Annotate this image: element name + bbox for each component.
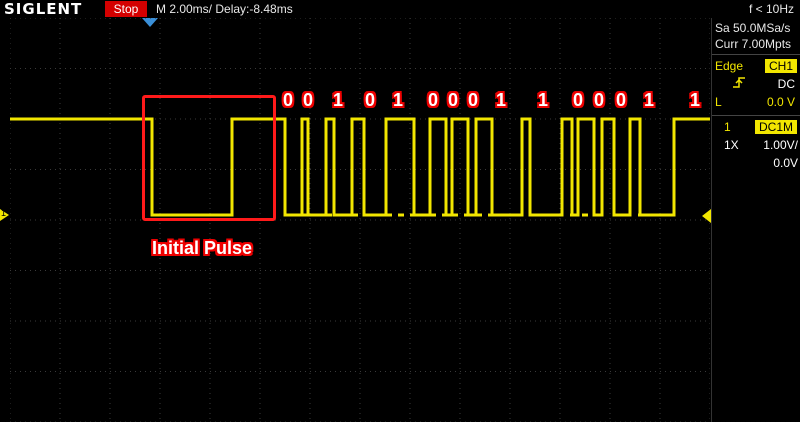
- initial-pulse-label: Initial Pulse: [152, 238, 253, 258]
- bit-label: 0: [616, 90, 627, 110]
- channel-1-header[interactable]: 1 DC1M: [712, 118, 800, 136]
- bit-label: 0: [468, 90, 479, 110]
- status-bar: SIGLENT Stop M 2.00ms/ Delay:-8.48ms f <…: [0, 0, 800, 18]
- memory-depth: Curr 7.00Mpts: [715, 37, 792, 51]
- trigger-level-value: 0.0 V: [766, 95, 795, 109]
- timebase-readout[interactable]: M 2.00ms/ Delay:-8.48ms: [156, 0, 293, 18]
- bit-label: 0: [428, 90, 439, 110]
- run-stop-status[interactable]: Stop: [105, 1, 147, 17]
- brand-logo: SIGLENT: [4, 0, 83, 18]
- trigger-type: Edge: [715, 59, 744, 73]
- bit-label: 1: [333, 90, 344, 110]
- channel-number: 1: [724, 120, 731, 134]
- bit-label: 1: [496, 90, 507, 110]
- bit-label: 0: [303, 90, 314, 110]
- channel-probe-row[interactable]: 1X 1.00V/: [712, 136, 800, 154]
- vertical-scale: 1.00V/: [763, 138, 798, 152]
- waveform-grid: [10, 18, 710, 422]
- probe-ratio: 1X: [724, 138, 739, 152]
- channel-coupling-badge: DC1M: [754, 120, 797, 134]
- bit-label: 1: [393, 90, 404, 110]
- sample-rate: Sa 50.0MSa/s: [715, 21, 791, 35]
- trigger-source-badge: CH1: [764, 59, 797, 73]
- bit-label: 0: [594, 90, 605, 110]
- bit-label: 1: [690, 90, 701, 110]
- trigger-level-label: L: [715, 95, 722, 109]
- trigger-coupling-row[interactable]: DC: [712, 75, 800, 93]
- bit-label: 0: [573, 90, 584, 110]
- trigger-type-row[interactable]: Edge CH1: [712, 57, 800, 75]
- bit-label: 0: [365, 90, 376, 110]
- bit-label: 1: [644, 90, 655, 110]
- frequency-readout: f < 10Hz: [748, 2, 794, 16]
- trigger-level-marker-icon[interactable]: [702, 209, 711, 223]
- bit-label: 0: [448, 90, 459, 110]
- vertical-offset: 0.0V: [773, 156, 798, 170]
- channel-offset-row[interactable]: 0.0V: [712, 154, 800, 172]
- bit-label: 0: [283, 90, 294, 110]
- trigger-coupling: DC: [777, 77, 795, 91]
- initial-pulse-highlight-box: [142, 95, 276, 221]
- bit-label: 1: [538, 90, 549, 110]
- trigger-level-row[interactable]: L 0.0 V: [712, 93, 800, 111]
- side-panel: Sa 50.0MSa/s Curr 7.00Mpts Edge CH1 DC L…: [711, 18, 800, 422]
- channel-1-offset-marker-icon[interactable]: 1: [0, 208, 9, 221]
